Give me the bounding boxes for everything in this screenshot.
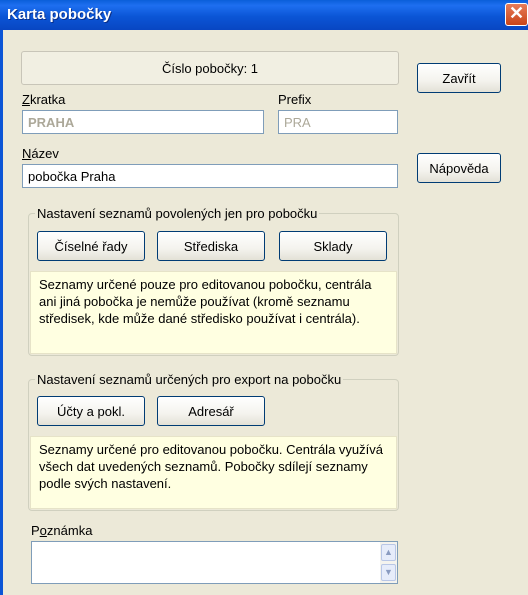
scroll-up-button[interactable]: ▲ bbox=[381, 544, 396, 561]
number-series-label: Číselné řady bbox=[54, 238, 128, 254]
title-bar[interactable]: Karta pobočky ✕ bbox=[0, 0, 528, 30]
note-textarea[interactable]: ▲ ▼ bbox=[31, 541, 398, 584]
note-scrollbar[interactable]: ▲ ▼ bbox=[380, 542, 397, 583]
abbrev-label-accel: Z bbox=[22, 92, 30, 107]
accounts-button[interactable]: Účty a pokl. bbox=[37, 396, 145, 426]
window-title: Karta pobočky bbox=[7, 6, 112, 23]
export-lists-title: Nastavení seznamů určených pro export na… bbox=[35, 372, 344, 387]
note-label-accel: o bbox=[39, 523, 47, 538]
close-button-label: Zavřít bbox=[442, 70, 476, 86]
abbrev-label-text: kratka bbox=[29, 92, 66, 107]
note-label: Poznámka bbox=[31, 523, 92, 538]
name-label-accel: N bbox=[22, 146, 32, 161]
name-input[interactable]: pobočka Praha bbox=[22, 164, 398, 188]
warehouses-label: Sklady bbox=[313, 238, 353, 254]
branch-only-lists-title: Nastavení seznamů povolených jen pro pob… bbox=[35, 206, 320, 221]
name-value: pobočka Praha bbox=[28, 168, 116, 184]
chevron-up-icon: ▲ bbox=[384, 547, 393, 557]
close-button[interactable]: Zavřít bbox=[417, 63, 501, 93]
abbrev-value: PRAHA bbox=[28, 114, 75, 130]
branch-number-header: Číslo pobočky: 1 bbox=[21, 51, 399, 85]
cost-centers-button[interactable]: Střediska bbox=[157, 231, 265, 261]
name-label-text: ázev bbox=[31, 146, 59, 161]
abbrev-label: Zkratka bbox=[22, 92, 65, 107]
warehouses-button[interactable]: Sklady bbox=[279, 231, 387, 261]
close-window-button[interactable]: ✕ bbox=[505, 3, 528, 26]
name-label: Název bbox=[22, 146, 59, 161]
window-frame-left bbox=[0, 30, 3, 595]
branch-only-lists-info: Seznamy určené pouze pro editovanou pobo… bbox=[30, 271, 397, 354]
help-button-label: Nápověda bbox=[429, 160, 489, 176]
accounts-label: Účty a pokl. bbox=[57, 403, 125, 419]
prefix-label: Prefix bbox=[278, 92, 312, 107]
branch-number-label: Číslo pobočky: 1 bbox=[161, 60, 259, 76]
prefix-input[interactable]: PRA bbox=[278, 110, 398, 134]
address-book-label: Adresář bbox=[188, 403, 234, 419]
prefix-value: PRA bbox=[284, 114, 311, 130]
note-label-text: známka bbox=[46, 523, 93, 538]
close-icon: ✕ bbox=[508, 3, 525, 23]
chevron-down-icon: ▼ bbox=[384, 567, 393, 577]
note-label-first: P bbox=[31, 523, 40, 538]
cost-centers-label: Střediska bbox=[183, 238, 239, 254]
address-book-button[interactable]: Adresář bbox=[157, 396, 265, 426]
number-series-button[interactable]: Číselné řady bbox=[37, 231, 145, 261]
scroll-down-button[interactable]: ▼ bbox=[381, 564, 396, 581]
help-button[interactable]: Nápověda bbox=[417, 153, 501, 183]
abbrev-input[interactable]: PRAHA bbox=[22, 110, 264, 134]
export-lists-info: Seznamy určené pro editovanou pobočku. C… bbox=[30, 436, 397, 509]
